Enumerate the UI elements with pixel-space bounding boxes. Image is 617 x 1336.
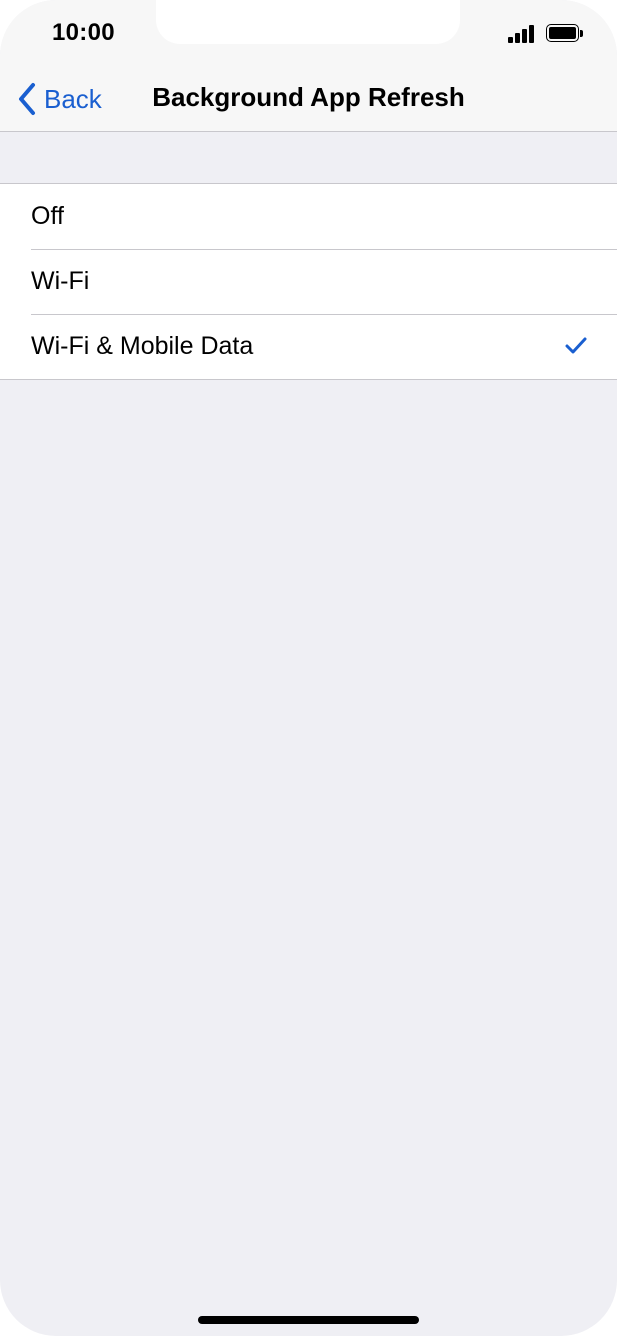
option-label: Wi-Fi & Mobile Data (31, 332, 254, 360)
battery-full-icon (546, 24, 586, 44)
settings-screen: 10:00 Back Background App Refresh Off Wi… (0, 0, 617, 1336)
refresh-options-list: Off Wi-Fi Wi-Fi & Mobile Data (0, 183, 617, 380)
section-spacer (0, 132, 617, 183)
option-off[interactable]: Off (0, 184, 617, 249)
option-wifi[interactable]: Wi-Fi (0, 249, 617, 314)
navigation-bar: 10:00 Back Background App Refresh (0, 0, 617, 132)
signal-bars-icon (508, 25, 538, 43)
device-notch (156, 0, 460, 44)
status-time: 10:00 (52, 19, 115, 46)
page-title: Background App Refresh (152, 82, 465, 112)
option-label: Off (31, 202, 64, 230)
option-wifi-mobile-data[interactable]: Wi-Fi & Mobile Data (0, 314, 617, 379)
home-indicator[interactable] (198, 1316, 419, 1324)
checkmark-icon (565, 337, 587, 354)
option-label: Wi-Fi (31, 267, 90, 295)
